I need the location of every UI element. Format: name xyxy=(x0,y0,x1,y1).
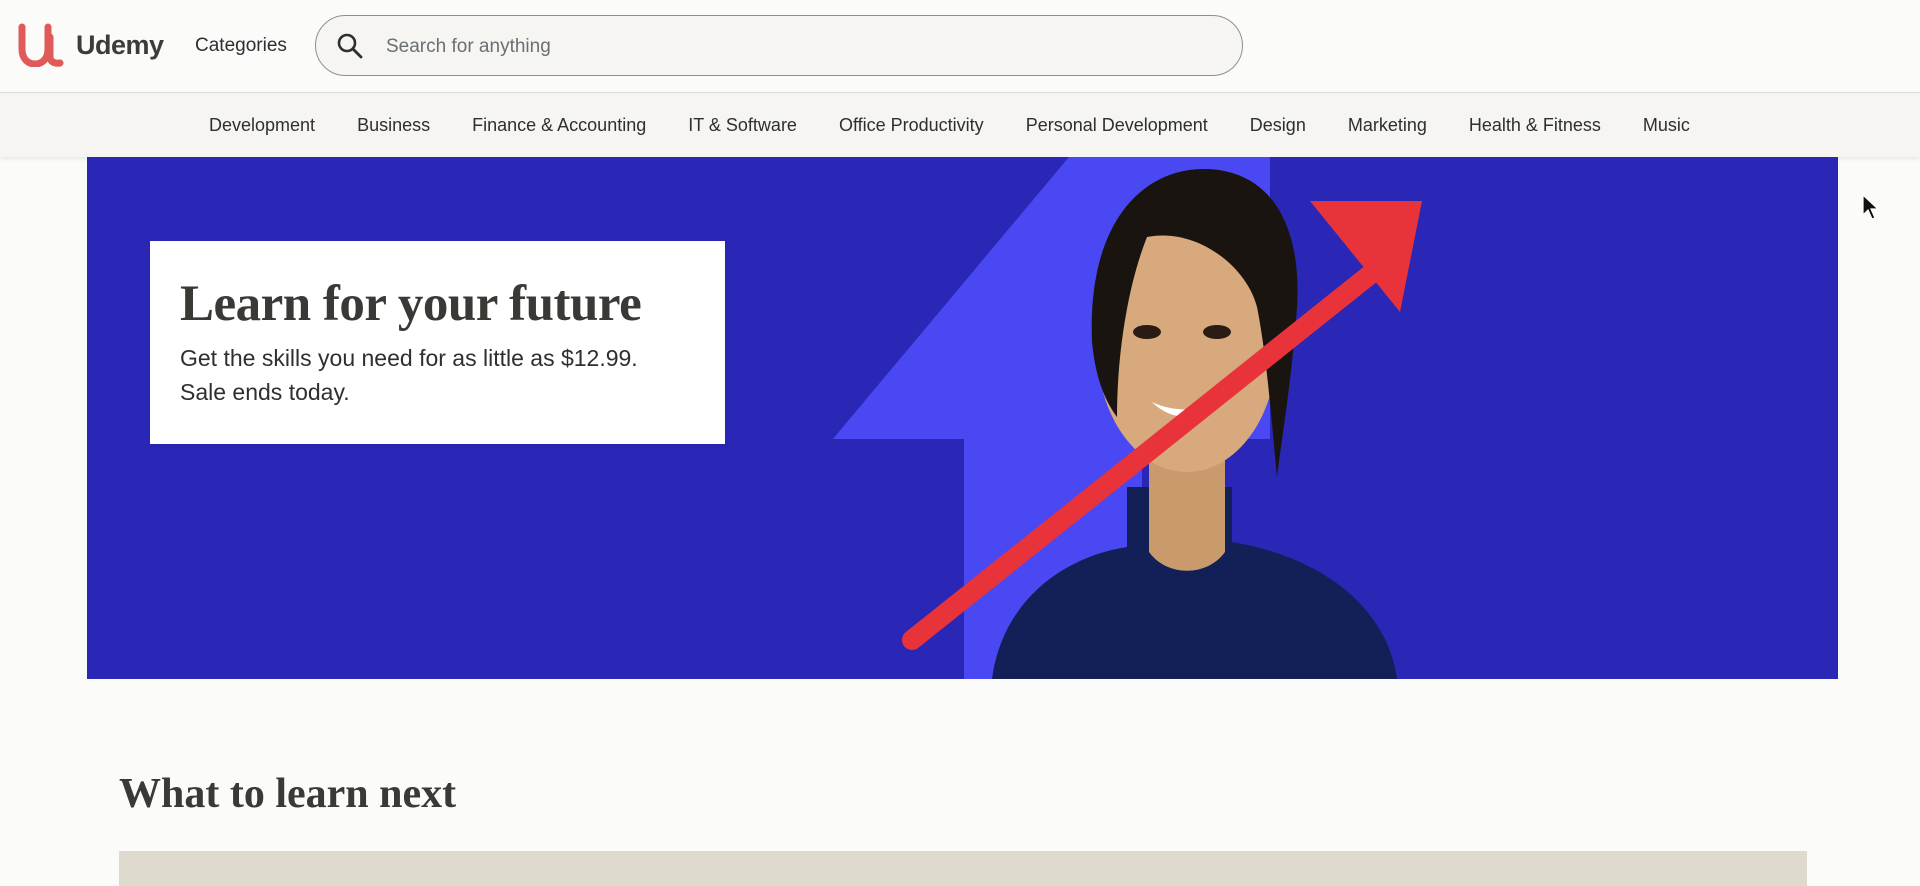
hero-text-card: Learn for your future Get the skills you… xyxy=(150,241,725,444)
category-business[interactable]: Business xyxy=(336,115,451,136)
category-nav-bar: Development Business Finance & Accountin… xyxy=(0,93,1920,157)
hero-title: Learn for your future xyxy=(180,276,642,332)
hero-subtitle-line1: Get the skills you need for as little as… xyxy=(180,345,638,371)
categories-menu-button[interactable]: Categories xyxy=(195,35,287,57)
category-marketing[interactable]: Marketing xyxy=(1327,115,1448,136)
hero-subtitle-line2: Sale ends today. xyxy=(180,379,350,405)
udemy-logo[interactable]: Udemy xyxy=(18,22,164,68)
course-carousel-placeholder xyxy=(119,851,1807,886)
mouse-pointer-icon xyxy=(1862,194,1880,220)
category-music[interactable]: Music xyxy=(1622,115,1711,136)
category-it-software[interactable]: IT & Software xyxy=(667,115,818,136)
category-office-productivity[interactable]: Office Productivity xyxy=(818,115,1005,136)
category-health-fitness[interactable]: Health & Fitness xyxy=(1448,115,1622,136)
search-bar[interactable] xyxy=(315,15,1243,77)
hero-banner[interactable]: Learn for your future Get the skills you… xyxy=(87,157,1838,679)
search-input[interactable] xyxy=(384,16,1208,77)
category-finance-accounting[interactable]: Finance & Accounting xyxy=(451,115,667,136)
category-development[interactable]: Development xyxy=(188,115,336,136)
udemy-logo-icon xyxy=(18,23,64,67)
top-header: Udemy Categories xyxy=(0,0,1920,93)
category-design[interactable]: Design xyxy=(1229,115,1327,136)
hero-subtitle: Get the skills you need for as little as… xyxy=(180,341,695,409)
category-personal-development[interactable]: Personal Development xyxy=(1005,115,1229,136)
section-title: What to learn next xyxy=(119,771,457,817)
logo-text: Udemy xyxy=(76,29,164,60)
search-icon[interactable] xyxy=(336,32,364,60)
